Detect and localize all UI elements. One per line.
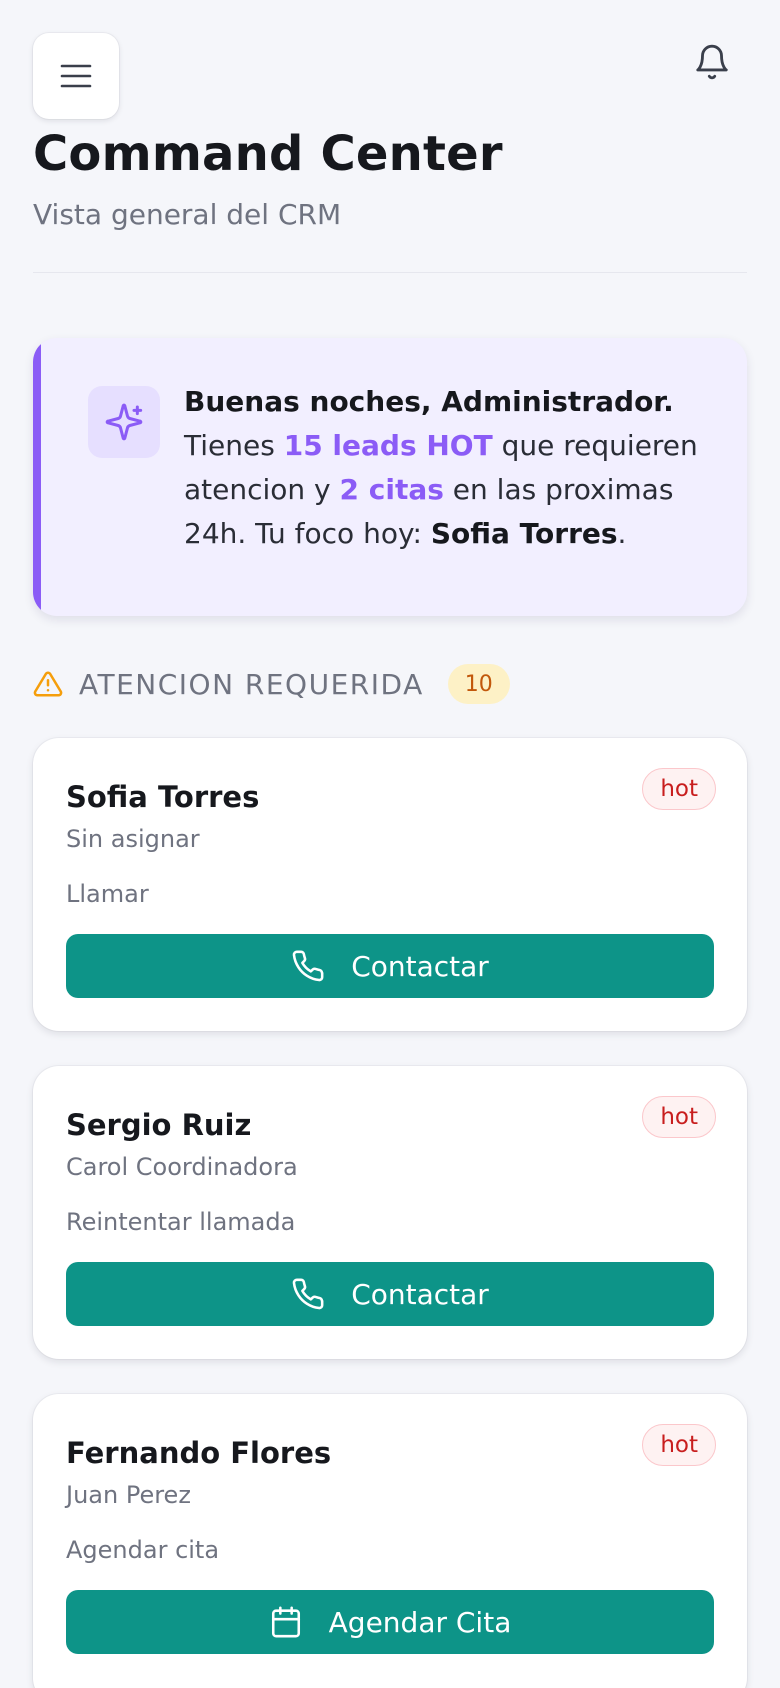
priority-badge: hot [642, 768, 716, 810]
page-title: Command Center [33, 126, 503, 182]
phone-icon [291, 949, 325, 983]
command-center-page: Command Center Vista general del CRM Bue… [0, 0, 780, 1688]
next-action: Reintentar llamada [66, 1208, 296, 1236]
lead-owner: Carol Coordinadora [66, 1153, 298, 1181]
contact-button-label: Contactar [351, 1277, 489, 1311]
schedule-button-label: Agendar Cita [328, 1605, 512, 1639]
lead-name: Fernando Flores [66, 1436, 332, 1470]
next-action: Agendar cita [66, 1536, 220, 1564]
priority-badge: hot [642, 1424, 716, 1466]
warning-icon [33, 671, 63, 697]
attention-section-header: ATENCION REQUERIDA 10 [33, 664, 510, 704]
briefing-accent-bar [33, 338, 41, 616]
daily-briefing-card: Buenas noches, Administrador. Tienes 15 … [33, 338, 747, 616]
lead-owner: Juan Perez [66, 1481, 191, 1509]
sparkles-icon [105, 403, 143, 441]
attention-section-title: ATENCION REQUERIDA [79, 667, 424, 701]
bell-icon [696, 44, 728, 80]
priority-badge: hot [642, 1096, 716, 1138]
briefing-text-4: . [617, 517, 627, 550]
lead-card: Sergio Ruiz hot Carol Coordinadora Reint… [33, 1066, 747, 1359]
menu-icon [60, 64, 92, 88]
hot-leads-count: 15 leads HOT [283, 429, 493, 462]
focus-lead-name: Sofia Torres [430, 517, 618, 550]
briefing-text-1: Tienes [184, 429, 284, 462]
next-action: Llamar [66, 880, 149, 908]
menu-button[interactable] [33, 33, 119, 119]
contact-button-label: Contactar [351, 949, 489, 983]
contact-button[interactable]: Contactar [66, 934, 714, 998]
notifications-button[interactable] [686, 36, 738, 88]
lead-owner: Sin asignar [66, 825, 200, 853]
page-subtitle: Vista general del CRM [33, 198, 342, 231]
appointments-count: 2 citas [339, 473, 444, 506]
lead-card: Fernando Flores hot Juan Perez Agendar c… [33, 1394, 747, 1688]
header-divider [33, 272, 747, 273]
phone-icon [291, 1277, 325, 1311]
briefing-greeting: Buenas noches, Administrador. [184, 385, 674, 418]
contact-button[interactable]: Contactar [66, 1262, 714, 1326]
briefing-message: Buenas noches, Administrador. Tienes 15 … [184, 380, 704, 556]
attention-count-badge: 10 [447, 664, 510, 704]
schedule-appointment-button[interactable]: Agendar Cita [66, 1590, 714, 1654]
calendar-icon [269, 1605, 303, 1639]
sparkles-icon-box [88, 386, 160, 458]
lead-name: Sofia Torres [66, 780, 260, 814]
lead-card: Sofia Torres hot Sin asignar Llamar Cont… [33, 738, 747, 1031]
lead-name: Sergio Ruiz [66, 1108, 252, 1142]
